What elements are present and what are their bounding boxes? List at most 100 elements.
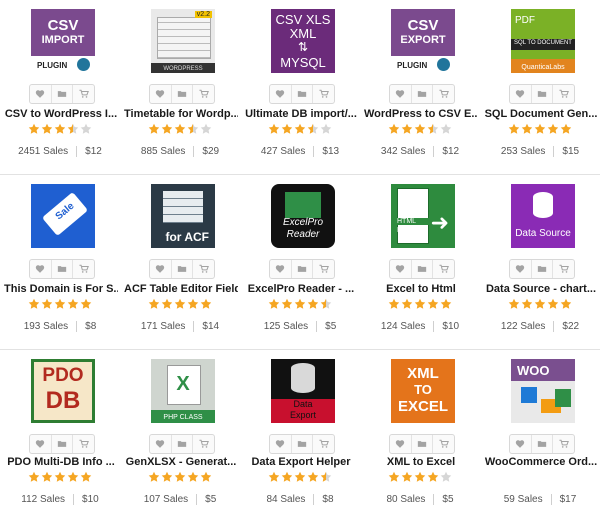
folder-button[interactable] bbox=[292, 260, 314, 278]
heart-button[interactable] bbox=[270, 260, 292, 278]
heart-button[interactable] bbox=[30, 435, 52, 453]
xml-to-excel-icon[interactable]: XML TO EXCEL bbox=[391, 359, 455, 423]
sales-count: 427 Sales bbox=[261, 146, 315, 157]
cart-button[interactable] bbox=[73, 85, 94, 103]
product-title[interactable]: WooCommerce Ord... bbox=[484, 456, 598, 468]
heart-button[interactable] bbox=[30, 260, 52, 278]
excel-to-html-icon[interactable]: HTML PAGE ➜ bbox=[391, 184, 455, 248]
sql-document-icon[interactable]: PDF SQL TO DOCUMENT QuanticaLabs bbox=[511, 9, 575, 73]
pdo-db-icon[interactable]: PDO DB bbox=[31, 359, 95, 423]
data-source-icon[interactable]: Data Source bbox=[511, 184, 575, 248]
folder-button[interactable] bbox=[532, 85, 554, 103]
product-title[interactable]: Excel to Html bbox=[364, 283, 478, 295]
cart-button[interactable] bbox=[553, 85, 574, 103]
cart-button[interactable] bbox=[193, 85, 214, 103]
product-title[interactable]: CSV to WordPress I... bbox=[4, 108, 118, 120]
product-card[interactable]: Data Source Data Source - chart... 122 S… bbox=[480, 175, 600, 349]
product-title[interactable]: Data Source - chart... bbox=[484, 283, 598, 295]
product-card[interactable]: CSV XLS XML ⇅ MYSQL Ultimate DB import/.… bbox=[240, 0, 360, 174]
folder-button[interactable] bbox=[172, 260, 194, 278]
heart-button[interactable] bbox=[390, 85, 412, 103]
product-card[interactable]: PDF SQL TO DOCUMENT QuanticaLabs SQL Doc… bbox=[480, 0, 600, 174]
product-card[interactable]: ExcelPro Reader ExcelPro Reader - ... 12… bbox=[240, 175, 360, 349]
cart-button[interactable] bbox=[313, 435, 334, 453]
heart-button[interactable] bbox=[390, 260, 412, 278]
timetable-icon[interactable]: v2.2 WORDPRESS bbox=[151, 9, 215, 73]
sale-tag-icon[interactable]: Sale bbox=[31, 184, 95, 248]
folder-button[interactable] bbox=[412, 260, 434, 278]
heart-button[interactable] bbox=[30, 85, 52, 103]
cart-button[interactable] bbox=[73, 435, 94, 453]
sales-count: 193 Sales bbox=[24, 321, 78, 332]
folder-button[interactable] bbox=[532, 260, 554, 278]
product-card[interactable]: HTML PAGE ➜ Excel to Html 124 Sales $10 bbox=[360, 175, 480, 349]
cart-button[interactable] bbox=[433, 435, 454, 453]
genxlsx-icon[interactable]: X PHP CLASS bbox=[151, 359, 215, 423]
folder-button[interactable] bbox=[412, 435, 434, 453]
heart-button[interactable] bbox=[390, 435, 412, 453]
product-card[interactable]: for ACF ACF Table Editor Field 171 Sales… bbox=[120, 175, 240, 349]
cart-button[interactable] bbox=[73, 260, 94, 278]
cart-button[interactable] bbox=[433, 85, 454, 103]
csv-xls-xml-mysql-icon[interactable]: CSV XLS XML ⇅ MYSQL bbox=[271, 9, 335, 73]
heart-button[interactable] bbox=[270, 85, 292, 103]
heart-button[interactable] bbox=[510, 435, 532, 453]
product-card[interactable]: PDO DB PDO Multi-DB Info ... 112 Sales $… bbox=[0, 350, 120, 522]
cart-button[interactable] bbox=[313, 85, 334, 103]
heart-button[interactable] bbox=[510, 85, 532, 103]
product-title[interactable]: Ultimate DB import/... bbox=[244, 108, 358, 120]
product-title[interactable]: This Domain is For S... bbox=[4, 283, 118, 295]
folder-button[interactable] bbox=[412, 85, 434, 103]
csv-import-plugin-icon[interactable]: CSV IMPORT PLUGIN bbox=[31, 9, 95, 73]
heart-button[interactable] bbox=[270, 435, 292, 453]
data-export-icon[interactable]: Data Export bbox=[271, 359, 335, 423]
folder-button[interactable] bbox=[292, 435, 314, 453]
product-title[interactable]: Data Export Helper bbox=[244, 456, 358, 468]
acf-table-icon[interactable]: for ACF bbox=[151, 184, 215, 248]
folder-button[interactable] bbox=[52, 260, 74, 278]
heart-button[interactable] bbox=[150, 260, 172, 278]
cart-button[interactable] bbox=[193, 435, 214, 453]
cart-button[interactable] bbox=[433, 260, 454, 278]
product-card[interactable]: XML TO EXCEL XML to Excel 80 Sales $5 bbox=[360, 350, 480, 522]
folder-button[interactable] bbox=[532, 435, 554, 453]
cart-button[interactable] bbox=[313, 260, 334, 278]
cart-button[interactable] bbox=[193, 260, 214, 278]
product-title[interactable]: SQL Document Gen... bbox=[484, 108, 598, 120]
folder-button[interactable] bbox=[52, 435, 74, 453]
folder-button[interactable] bbox=[52, 85, 74, 103]
folder-icon bbox=[537, 264, 547, 274]
cart-button[interactable] bbox=[553, 260, 574, 278]
product-card[interactable]: CSV IMPORT PLUGIN CSV to WordPress I... … bbox=[0, 0, 120, 174]
rating-star bbox=[161, 298, 173, 309]
heart-button[interactable] bbox=[150, 85, 172, 103]
product-card[interactable]: WOO WooCommerce Ord... 59 Sales $17 bbox=[480, 350, 600, 522]
product-card[interactable]: Sale This Domain is For S... 193 Sales $… bbox=[0, 175, 120, 349]
excelpro-reader-icon[interactable]: ExcelPro Reader bbox=[271, 184, 335, 248]
product-actions bbox=[29, 434, 95, 454]
product-card[interactable]: v2.2 WORDPRESS Timetable for Wordp... 88… bbox=[120, 0, 240, 174]
product-title[interactable]: Timetable for Wordp... bbox=[124, 108, 238, 120]
product-card[interactable]: CSV EXPORT PLUGIN WordPress to CSV E... … bbox=[360, 0, 480, 174]
product-title[interactable]: PDO Multi-DB Info ... bbox=[4, 456, 118, 468]
product-title[interactable]: WordPress to CSV E... bbox=[364, 108, 478, 120]
product-rating bbox=[0, 471, 120, 483]
product-card[interactable]: X PHP CLASS GenXLSX - Generat... 107 Sal… bbox=[120, 350, 240, 522]
product-card[interactable]: Data Export Data Export Helper 84 Sales … bbox=[240, 350, 360, 522]
heart-button[interactable] bbox=[150, 435, 172, 453]
csv-export-plugin-icon[interactable]: CSV EXPORT PLUGIN bbox=[391, 9, 455, 73]
rating-star bbox=[174, 471, 186, 482]
folder-icon bbox=[297, 439, 307, 449]
price: $8 bbox=[322, 494, 334, 505]
product-title[interactable]: ExcelPro Reader - ... bbox=[244, 283, 358, 295]
folder-button[interactable] bbox=[172, 435, 194, 453]
folder-button[interactable] bbox=[172, 85, 194, 103]
product-title[interactable]: GenXLSX - Generat... bbox=[124, 456, 238, 468]
cart-button[interactable] bbox=[553, 435, 574, 453]
heart-button[interactable] bbox=[510, 260, 532, 278]
folder-button[interactable] bbox=[292, 85, 314, 103]
product-title[interactable]: ACF Table Editor Field bbox=[124, 283, 238, 295]
woocommerce-order-export-icon[interactable]: WOO bbox=[511, 359, 575, 423]
folder-icon bbox=[177, 89, 187, 99]
product-title[interactable]: XML to Excel bbox=[364, 456, 478, 468]
